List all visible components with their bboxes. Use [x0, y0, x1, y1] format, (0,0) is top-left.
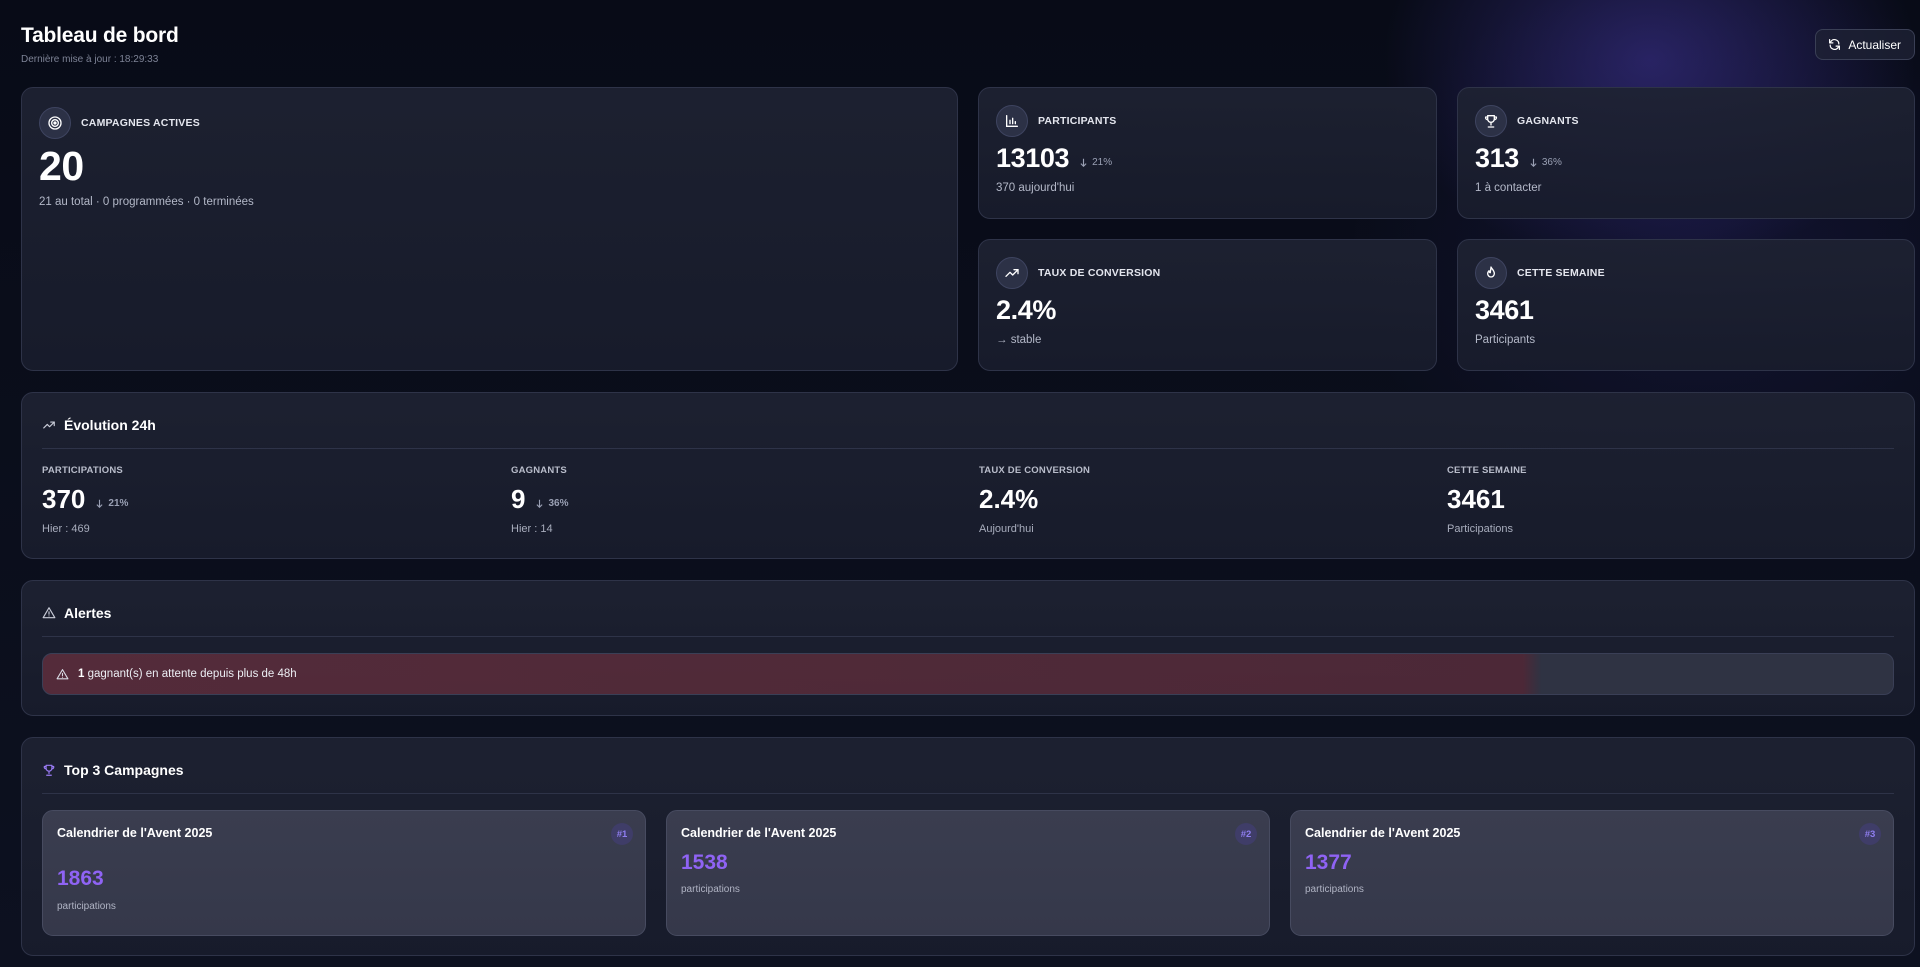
evolution-sub: Hier : 14 — [511, 523, 553, 535]
active-campaigns-sub: 21 au total · 0 programmées · 0 terminée… — [39, 196, 254, 208]
warning-icon — [42, 607, 56, 619]
evolution-delta: 21% — [95, 498, 128, 509]
evolution-value: 3461 — [1447, 484, 1505, 514]
refresh-button[interactable]: Actualiser — [1815, 29, 1915, 60]
campaign-participations-value: 1538 — [681, 851, 728, 874]
evolution-value: 9 — [511, 484, 526, 514]
rank-badge: #2 — [1235, 823, 1257, 845]
winners-sub: 1 à contacter — [1475, 182, 1542, 194]
campaign-participations-value: 1863 — [57, 867, 104, 890]
evolution-sub: Aujourd'hui — [979, 523, 1034, 535]
rank-badge: #3 — [1859, 823, 1881, 845]
arrow-down-icon — [536, 499, 543, 508]
evolution-title: Évolution 24h — [64, 417, 156, 433]
flame-icon — [1475, 257, 1507, 289]
alert-text: gagnant(s) en attente depuis plus de 48h — [87, 668, 297, 680]
trending-up-icon — [996, 257, 1028, 289]
top-campaigns-title: Top 3 Campagnes — [64, 762, 184, 778]
conversion-value: 2.4% — [996, 295, 1056, 325]
evolution-delta-text: 21% — [108, 498, 129, 509]
alerts-divider — [42, 636, 1894, 637]
evolution-sub: Participations — [1447, 523, 1514, 535]
campaign-name: Calendrier de l'Avent 2025 — [57, 826, 213, 840]
participants-delta-text: 21% — [1092, 157, 1113, 168]
week-label: CETTE SEMAINE — [1517, 267, 1605, 279]
campaign-name: Calendrier de l'Avent 2025 — [681, 826, 837, 840]
winners-delta-text: 36% — [1541, 157, 1562, 168]
top-campaign-card[interactable]: Calendrier de l'Avent 2025 #3 1377 parti… — [1290, 810, 1894, 936]
campaign-participations-label: participations — [1305, 884, 1364, 895]
top-campaigns-panel: Top 3 Campagnes Calendrier de l'Avent 20… — [21, 737, 1915, 956]
alerts-panel: Alertes 1 gagnant(s) en attente depuis p… — [21, 580, 1915, 716]
participants-card: PARTICIPANTS 13103 21% 370 aujourd'hui — [978, 87, 1437, 219]
top-campaigns-header: Top 3 Campagnes — [42, 760, 184, 780]
participants-value: 13103 — [996, 143, 1070, 173]
participants-delta: 21% — [1079, 157, 1112, 168]
arrow-down-icon — [1530, 158, 1537, 167]
refresh-button-label: Actualiser — [1848, 37, 1901, 52]
evolution-panel: Évolution 24h PARTICIPATIONS 370 21% Hie… — [21, 392, 1915, 559]
winners-delta: 36% — [1529, 157, 1562, 168]
active-campaigns-label: CAMPAGNES ACTIVES — [81, 117, 200, 129]
conversion-sub: → stable — [996, 334, 1042, 346]
winners-value: 313 — [1475, 143, 1519, 173]
last-update-text: Dernière mise à jour : 18:29:33 — [21, 54, 159, 65]
trophy-icon — [1475, 105, 1507, 137]
participants-label: PARTICIPANTS — [1038, 115, 1117, 127]
evolution-value: 2.4% — [979, 484, 1039, 514]
participants-sub: 370 aujourd'hui — [996, 182, 1075, 194]
arrow-down-icon — [96, 499, 103, 508]
page-title: Tableau de bord — [21, 24, 179, 47]
campaign-name: Calendrier de l'Avent 2025 — [1305, 826, 1461, 840]
campaign-participations-value: 1377 — [1305, 851, 1352, 874]
week-sub: Participants — [1475, 334, 1536, 346]
dashboard-page: Tableau de bord Dernière mise à jour : 1… — [21, 0, 1915, 967]
conversion-card: TAUX DE CONVERSION 2.4% → stable — [978, 239, 1437, 371]
evolution-header: Évolution 24h — [42, 415, 156, 435]
trophy-icon — [43, 764, 55, 776]
evolution-label: PARTICIPATIONS — [42, 465, 123, 476]
conversion-label: TAUX DE CONVERSION — [1038, 267, 1161, 279]
campaign-participations-label: participations — [57, 901, 116, 912]
warning-icon — [56, 668, 69, 679]
winners-label: GAGNANTS — [1517, 115, 1579, 127]
trending-up-icon — [43, 421, 55, 429]
evolution-col-winners: GAGNANTS 9 36% Hier : 14 — [511, 465, 568, 535]
rank-badge: #1 — [611, 823, 633, 845]
bar-chart-icon — [996, 105, 1028, 137]
week-card: CETTE SEMAINE 3461 Participants — [1457, 239, 1915, 371]
alert-count: 1 — [78, 668, 85, 680]
evolution-delta: 36% — [535, 498, 568, 509]
active-campaigns-card: CAMPAGNES ACTIVES 20 21 au total · 0 pro… — [21, 87, 958, 371]
refresh-icon — [1829, 39, 1841, 50]
evolution-divider — [42, 448, 1894, 449]
arrow-down-icon — [1080, 158, 1087, 167]
evolution-label: GAGNANTS — [511, 465, 567, 476]
page-header: Tableau de bord Dernière mise à jour : 1… — [21, 24, 1915, 72]
campaign-participations-label: participations — [681, 884, 740, 895]
alerts-title: Alertes — [64, 605, 112, 621]
top-campaigns-divider — [42, 793, 1894, 794]
target-icon — [39, 107, 71, 139]
evolution-col-conversion: TAUX DE CONVERSION 2.4% Aujourd'hui — [979, 465, 1090, 535]
evolution-value: 370 — [42, 484, 86, 514]
evolution-label: TAUX DE CONVERSION — [979, 465, 1091, 476]
winners-card: GAGNANTS 313 36% 1 à contacter — [1457, 87, 1915, 219]
evolution-sub: Hier : 469 — [42, 523, 90, 535]
evolution-col-week: CETTE SEMAINE 3461 Participations — [1447, 465, 1527, 535]
evolution-delta-text: 36% — [548, 498, 569, 509]
active-campaigns-value: 20 — [39, 143, 84, 189]
top-campaign-card[interactable]: Calendrier de l'Avent 2025 #2 1538 parti… — [666, 810, 1270, 936]
evolution-label: CETTE SEMAINE — [1447, 465, 1527, 476]
evolution-col-participations: PARTICIPATIONS 370 21% Hier : 469 — [42, 465, 128, 535]
alerts-header: Alertes — [42, 603, 111, 623]
week-value: 3461 — [1475, 295, 1534, 325]
alert-item[interactable]: 1 gagnant(s) en attente depuis plus de 4… — [42, 653, 1894, 695]
top-campaign-card[interactable]: Calendrier de l'Avent 2025 #1 1863 parti… — [42, 810, 646, 936]
